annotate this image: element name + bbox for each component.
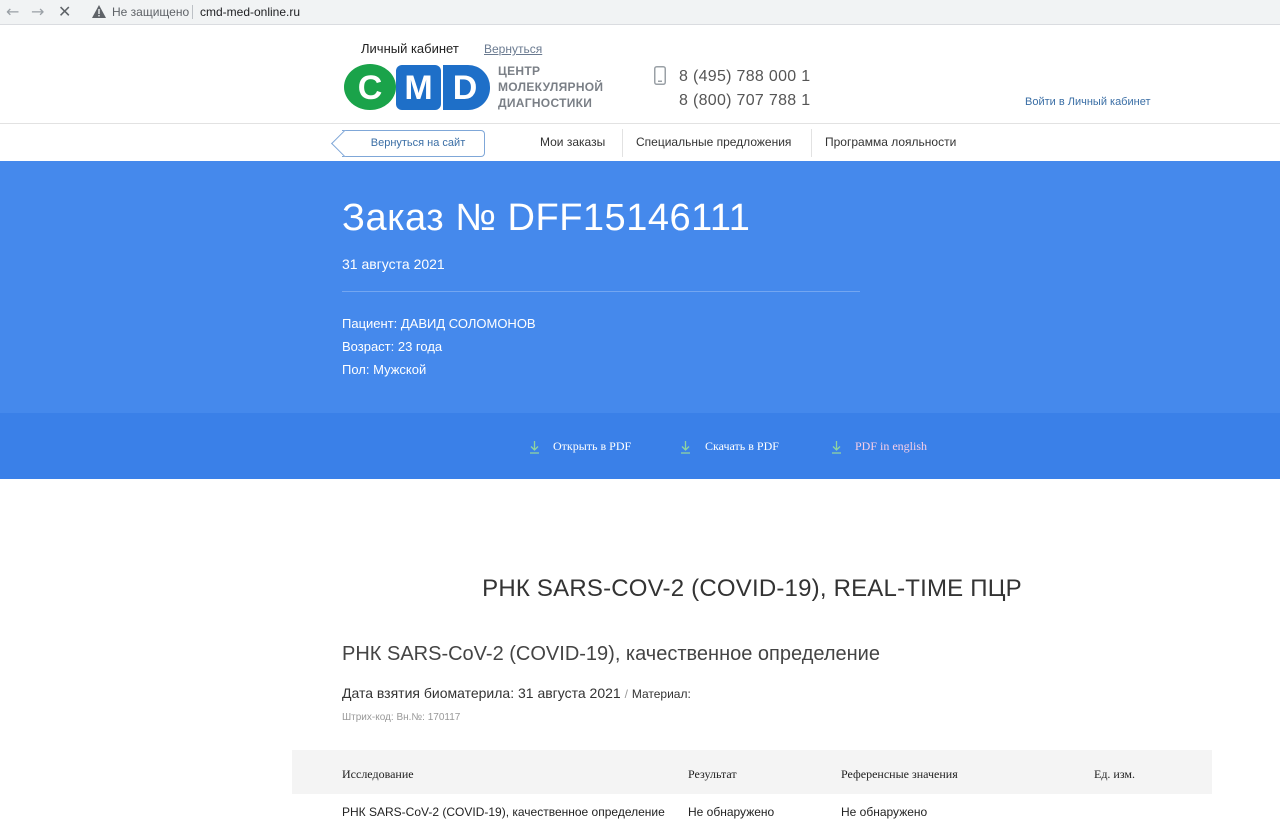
download-icon xyxy=(832,441,841,454)
download-pdf-link[interactable]: Скачать в PDF xyxy=(705,439,779,454)
pdf-actions: Открыть в PDF Скачать в PDF PDF in engli… xyxy=(0,413,1280,479)
column-header: Исследование xyxy=(342,767,414,781)
svg-text:C: C xyxy=(358,69,383,107)
phone-number[interactable]: 8 (495) 788 000 1 xyxy=(679,65,810,89)
close-icon[interactable]: ✕ xyxy=(58,2,71,22)
download-icon xyxy=(681,441,690,454)
cabinet-label: Личный кабинет xyxy=(361,41,459,56)
sample-info: Дата взятия биоматерила: 31 августа 2021… xyxy=(342,685,691,701)
back-link[interactable]: Вернуться xyxy=(484,42,542,56)
logo-line: ДИАГНОСТИКИ xyxy=(498,96,593,110)
logo-letter-m: M xyxy=(396,65,441,110)
nav-bar: Вернуться на сайт Мои заказы Специальные… xyxy=(0,123,1280,161)
phone-icon xyxy=(654,66,666,85)
svg-text:M: M xyxy=(404,69,432,107)
nav-item-orders[interactable]: Мои заказы xyxy=(540,124,605,161)
login-link[interactable]: Войти в Личный кабинет xyxy=(1025,96,1151,108)
arrow-left-icon[interactable]: ← xyxy=(6,2,19,22)
sample-date: Дата взятия биоматерила: 31 августа 2021 xyxy=(342,685,621,701)
url-text[interactable]: cmd-med-online.ru xyxy=(200,5,300,19)
phone-numbers: 8 (495) 788 000 1 8 (800) 707 788 1 xyxy=(679,65,810,113)
svg-text:D: D xyxy=(453,69,478,107)
logo-letter-c: C xyxy=(344,64,396,110)
patient-age: Возраст: 23 года xyxy=(342,339,443,354)
logo-text: ЦЕНТР МОЛЕКУЛЯРНОЙ ДИАГНОСТИКИ xyxy=(498,63,603,111)
order-date: 31 августа 2021 xyxy=(342,256,445,272)
material-label: Материал: xyxy=(631,687,691,701)
phone-number[interactable]: 8 (800) 707 788 1 xyxy=(679,89,810,113)
patient-info: Пациент: ДАВИД СОЛОМОНОВ Возраст: 23 год… xyxy=(342,312,536,381)
warning-icon xyxy=(92,5,106,18)
table-cell: Не обнаружено xyxy=(688,805,775,819)
back-to-site-button[interactable]: Вернуться на сайт xyxy=(342,130,485,157)
order-title: Заказ № DFF15146111 xyxy=(342,197,751,239)
divider xyxy=(342,291,860,292)
url-divider xyxy=(192,5,193,19)
column-header: Референсные значения xyxy=(841,767,958,781)
security-status[interactable]: Не защищено xyxy=(112,5,189,19)
nav-item-offers[interactable]: Специальные предложения xyxy=(636,124,791,161)
table-cell: РНК SARS-CoV-2 (COVID-19), качественное … xyxy=(342,805,665,819)
arrow-right-icon[interactable]: → xyxy=(31,2,44,22)
browser-toolbar: ← → ✕ Не защищено cmd-med-online.ru xyxy=(0,0,1280,25)
patient-sex: Пол: Мужской xyxy=(342,362,427,377)
download-icon xyxy=(530,441,539,454)
test-subtitle: РНК SARS-CoV-2 (COVID-19), качественное … xyxy=(342,643,880,665)
address-bar[interactable]: Не защищено cmd-med-online.ru xyxy=(84,1,1280,23)
nav-divider xyxy=(622,129,623,157)
logo-line: ЦЕНТР xyxy=(498,64,541,78)
back-to-site-label: Вернуться на сайт xyxy=(370,137,466,149)
table-cell: Не обнаружено xyxy=(841,805,928,819)
cmd-logo[interactable]: C M D xyxy=(344,62,492,114)
nav-item-loyalty[interactable]: Программа лояльности xyxy=(825,124,956,161)
test-title: РНК SARS-COV-2 (COVID-19), REAL-TIME ПЦР xyxy=(482,575,1022,602)
logo-letter-d: D xyxy=(443,65,491,111)
logo-line: МОЛЕКУЛЯРНОЙ xyxy=(498,80,604,94)
results-table-header: Исследование Результат Референсные значе… xyxy=(292,750,1212,794)
column-header: Ед. изм. xyxy=(1094,767,1136,781)
order-header: Заказ № DFF15146111 31 августа 2021 Паци… xyxy=(0,161,1280,413)
pdf-english-link[interactable]: PDF in english xyxy=(855,439,927,454)
patient-name: Пациент: ДАВИД СОЛОМОНОВ xyxy=(342,316,536,331)
nav-divider xyxy=(811,129,812,157)
separator: / xyxy=(624,687,628,701)
open-pdf-link[interactable]: Открыть в PDF xyxy=(553,439,631,454)
column-header: Результат xyxy=(688,767,737,781)
barcode: Штрих-код: Вн.№: 170117 xyxy=(342,712,461,723)
